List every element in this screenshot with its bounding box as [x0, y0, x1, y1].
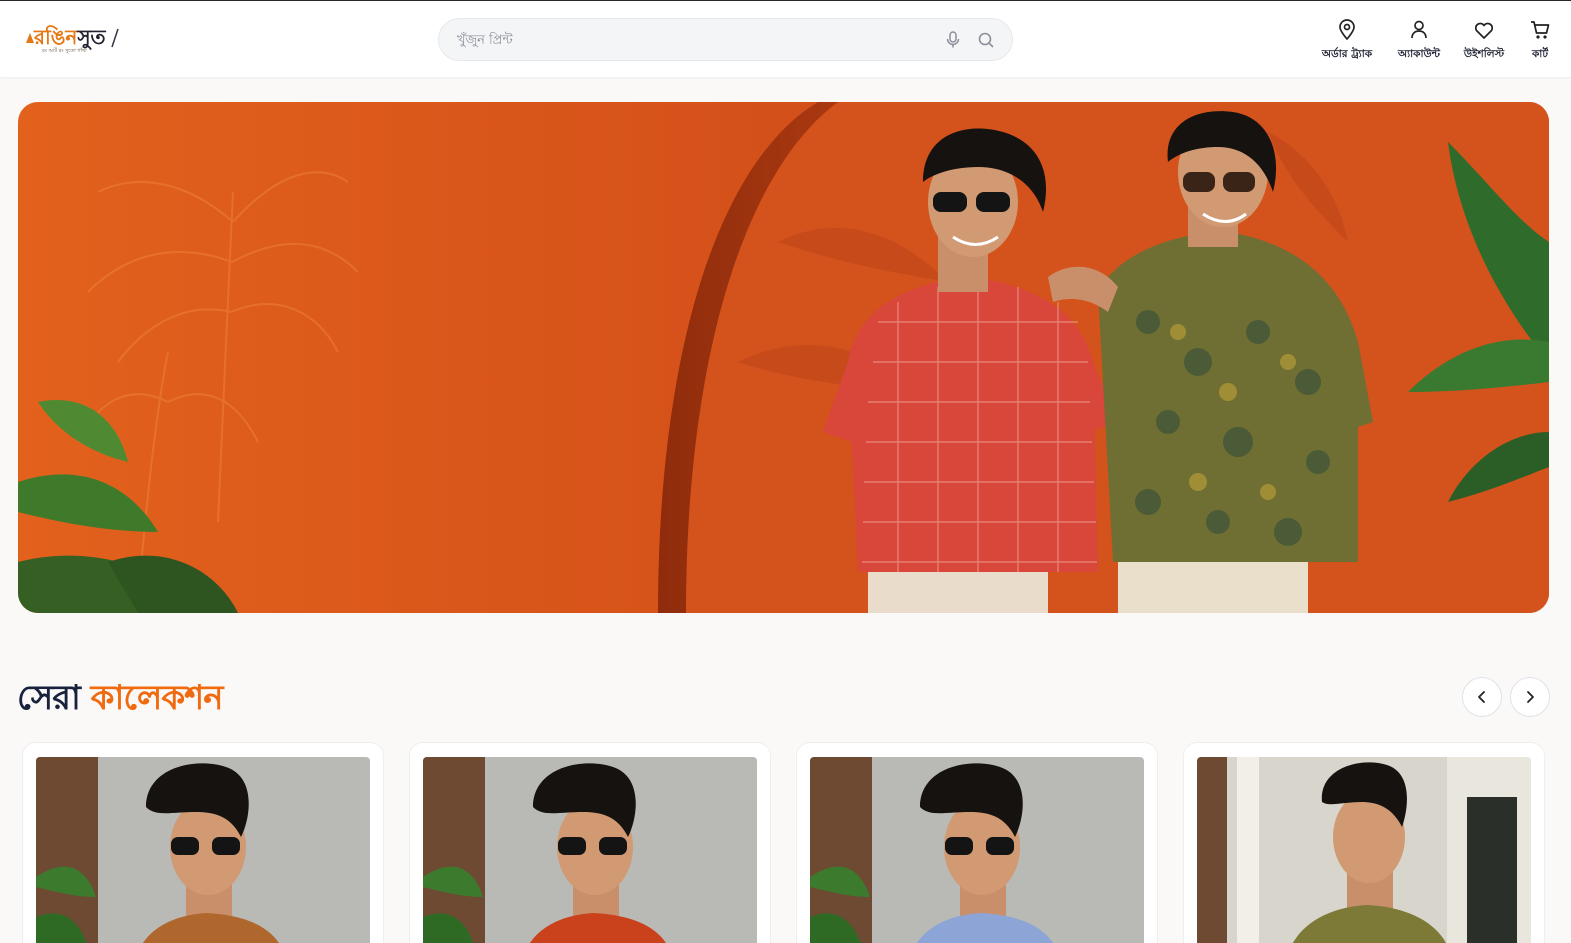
product-card[interactable] — [409, 742, 771, 943]
chevron-left-icon — [1478, 691, 1485, 703]
nav-wishlist[interactable]: উইশলিস্ট — [1460, 19, 1508, 63]
product-card[interactable] — [796, 742, 1158, 943]
chevron-right-icon — [1527, 691, 1534, 703]
hero-banner[interactable] — [18, 102, 1549, 613]
heart-icon — [1474, 22, 1494, 39]
brand-logo[interactable]: রঙিনসুত রং আর্ট রং সুতো গাঁথা — [24, 23, 124, 59]
product-card[interactable] — [1183, 742, 1545, 943]
product-image — [36, 757, 370, 943]
product-card[interactable] — [22, 742, 384, 943]
product-image — [810, 757, 1144, 943]
product-image — [423, 757, 757, 943]
needle-icon — [111, 28, 119, 48]
product-image — [1197, 757, 1531, 943]
search-icon[interactable] — [977, 31, 995, 49]
search-bar — [438, 18, 1013, 61]
section-title-accent: কালেকশন — [90, 678, 224, 718]
nav-cart[interactable]: কার্ট — [1522, 19, 1558, 63]
mic-icon[interactable] — [946, 31, 960, 49]
nav-order-track-label: অর্ডার ট্র্যাক — [1321, 48, 1373, 60]
nav-order-track[interactable]: অর্ডার ট্র্যাক — [1318, 19, 1376, 63]
search-input[interactable] — [457, 28, 927, 52]
brand-tagline: রং আর্ট রং সুতো গাঁথা — [42, 48, 87, 54]
section-title: সেরা কালেকশন — [17, 672, 224, 729]
user-icon — [1411, 20, 1427, 39]
hero-banner-image — [18, 102, 1549, 613]
nav-account-label: অ্যাকাউন্ট — [1397, 48, 1440, 60]
section-title-dark: সেরা — [17, 678, 81, 718]
location-pin-icon — [1339, 19, 1355, 41]
carousel-next-button[interactable] — [1510, 677, 1550, 717]
nav-account[interactable]: অ্যাকাউন্ট — [1393, 19, 1445, 63]
cart-icon — [1531, 21, 1550, 39]
nav-cart-label: কার্ট — [1531, 48, 1549, 60]
site-header: রঙিনসুত রং আর্ট রং সুতো গাঁথা অর্ডার ট্র… — [0, 1, 1571, 77]
nav-wishlist-label: উইশলিস্ট — [1463, 48, 1505, 60]
carousel-prev-button[interactable] — [1462, 677, 1502, 717]
